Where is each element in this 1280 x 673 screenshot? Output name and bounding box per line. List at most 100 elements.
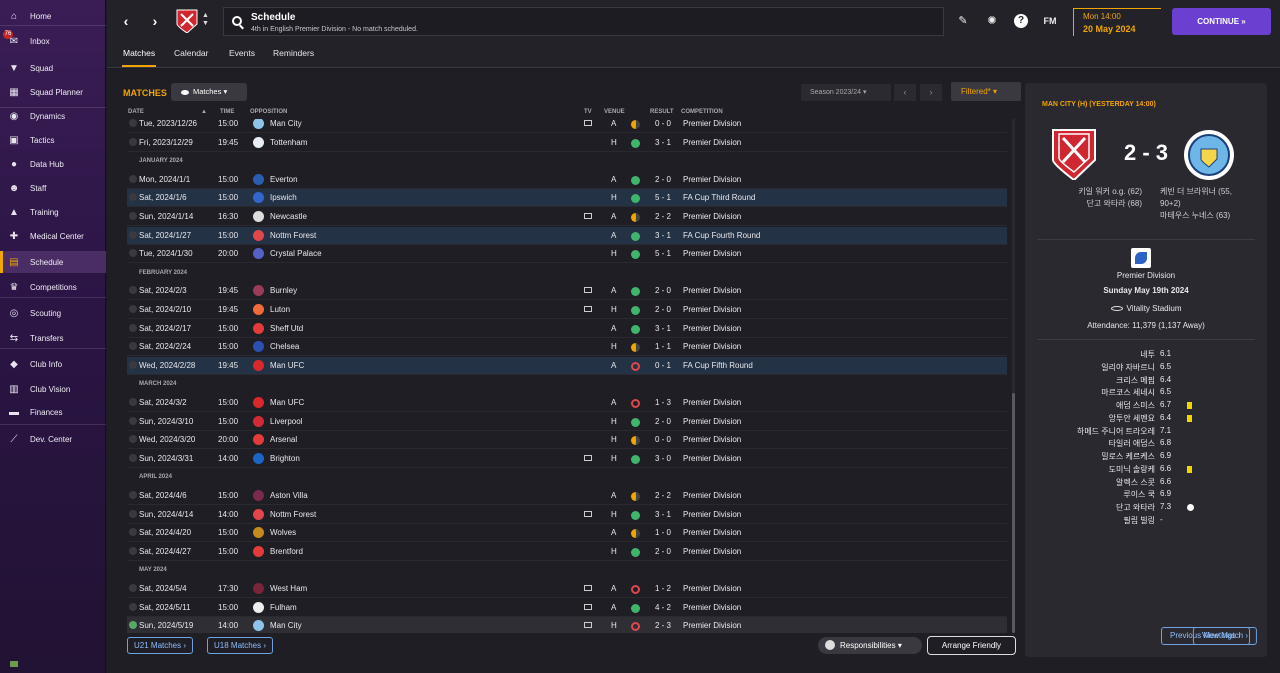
opponent-name[interactable]: Everton — [270, 175, 298, 184]
sidebar-item-transfers[interactable]: ⇆ Transfers — [0, 327, 106, 349]
sidebar-item-home[interactable]: ⌂ Home — [0, 5, 106, 27]
help-icon[interactable]: ? — [1014, 14, 1028, 28]
table-row[interactable]: Sat, 2024/5/4 17:30 West Ham A 1 - 2 Premier … — [127, 580, 1007, 598]
sidebar-item-dev-center[interactable]: ⟋ Dev. Center — [0, 428, 106, 450]
club-crest-icon[interactable] — [176, 9, 198, 33]
opponent-name[interactable]: Arsenal — [270, 435, 297, 444]
competition[interactable]: FA Cup Third Round — [683, 193, 755, 202]
sidebar-item-club-info[interactable]: ◆ Club Info — [0, 353, 106, 375]
opponent-name[interactable]: Newcastle — [270, 212, 307, 221]
table-row[interactable]: Sat, 2024/3/2 15:00 Man UFC A 1 - 3 Premier D… — [127, 394, 1007, 412]
opponent-name[interactable]: Nottm Forest — [270, 510, 316, 519]
player-rating-row[interactable]: 앙투안 세멘요 6.4 — [1025, 413, 1267, 425]
pencil-icon[interactable]: ✎ — [956, 14, 970, 28]
competition[interactable]: Premier Division — [683, 528, 741, 537]
player-rating-row[interactable]: 크리스 메핌 6.4 — [1025, 375, 1267, 387]
competition[interactable]: Premier Division — [683, 305, 741, 314]
opponent-name[interactable]: Brentford — [270, 547, 303, 556]
opponent-name[interactable]: Chelsea — [270, 342, 299, 351]
sidebar-item-schedule[interactable]: ▤ Schedule — [0, 251, 106, 273]
table-row[interactable]: Sat, 2024/2/3 19:45 Burnley A 2 - 0 Premier D… — [127, 282, 1007, 301]
competition[interactable]: FA Cup Fourth Round — [683, 231, 760, 240]
player-rating-row[interactable]: 하메드 주니어 트라오레 7.1 — [1025, 426, 1267, 438]
title-search-box[interactable]: Schedule 4th in English Premier Division… — [223, 7, 944, 36]
opponent-name[interactable]: Burnley — [270, 286, 297, 295]
table-row[interactable]: Sun, 2024/3/10 15:00 Liverpool H 2 - 0 Premie… — [127, 413, 1007, 431]
sidebar-item-scouting[interactable]: ◎ Scouting — [0, 302, 106, 324]
opponent-name[interactable]: Crystal Palace — [270, 249, 322, 258]
u18-matches-button[interactable]: U18 Matches › — [207, 637, 274, 654]
player-rating-row[interactable]: 루이스 쿡 6.9 — [1025, 489, 1267, 501]
col-competition[interactable]: COMPETITION — [681, 109, 723, 115]
competition[interactable]: Premier Division — [683, 584, 741, 593]
competition[interactable]: Premier Division — [683, 603, 741, 612]
tab-calendar[interactable]: Calendar — [174, 48, 209, 58]
sidebar-item-dynamics[interactable]: ◉ Dynamics — [0, 105, 106, 127]
scrollbar[interactable] — [1012, 119, 1015, 633]
table-row[interactable]: Sat, 2024/4/27 15:00 Brentford H 2 - 0 Premie… — [127, 543, 1007, 561]
competition[interactable]: Premier Division — [683, 286, 741, 295]
continue-button[interactable]: CONTINUE » — [1172, 8, 1271, 35]
table-row[interactable]: Sat, 2024/1/27 15:00 Nottm Forest A 3 - 1 FA … — [127, 226, 1007, 245]
opponent-name[interactable]: Wolves — [270, 528, 296, 537]
opponent-name[interactable]: Man UFC — [270, 398, 304, 407]
table-row[interactable]: Sat, 2024/2/24 15:00 Chelsea H 1 - 1 Premier … — [127, 338, 1007, 357]
table-row[interactable]: Wed, 2024/3/20 20:00 Arsenal H 0 - 0 Premier … — [127, 431, 1007, 450]
table-row[interactable]: Wed, 2024/2/28 19:45 Man UFC A 0 - 1 FA Cup F… — [127, 356, 1007, 375]
opponent-name[interactable]: Fulham — [270, 603, 297, 612]
opponent-name[interactable]: Ipswich — [270, 193, 297, 202]
col-result[interactable]: RESULT — [650, 109, 674, 115]
player-rating-row[interactable]: 단고 와타라 7.3 — [1025, 502, 1267, 514]
table-row[interactable]: Sun, 2024/5/19 14:00 Man City H 2 - 3 Premier… — [127, 617, 1007, 633]
sidebar-item-squad-planner[interactable]: ▦ Squad Planner — [0, 81, 106, 103]
table-row[interactable]: Sat, 2024/4/20 15:00 Wolves A 1 - 0 Premier D… — [127, 524, 1007, 543]
table-row[interactable]: Sun, 2024/4/14 14:00 Nottm Forest H 3 - 1 Pre… — [127, 506, 1007, 524]
table-row[interactable]: Sat, 2024/5/11 15:00 Fulham A 4 - 2 Premier D… — [127, 599, 1007, 617]
col-venue[interactable]: VENUE — [604, 109, 625, 115]
competition[interactable]: Premier Division — [683, 435, 741, 444]
competition[interactable]: Premier Division — [683, 417, 741, 426]
scrollbar-thumb[interactable] — [1012, 393, 1015, 633]
table-row[interactable]: Sat, 2024/4/6 15:00 Aston Villa A 2 - 2 Premi… — [127, 487, 1007, 505]
opponent-name[interactable]: Sheff Utd — [270, 324, 303, 333]
competition[interactable]: Premier Division — [683, 510, 741, 519]
competition[interactable]: FA Cup Fifth Round — [683, 361, 753, 370]
opponent-name[interactable]: Tottenham — [270, 138, 307, 147]
table-row[interactable]: Tue, 2023/12/26 15:00 Man City A 0 - 0 Premie… — [127, 119, 1007, 133]
player-rating-row[interactable]: 알렉스 스콧 6.6 — [1025, 477, 1267, 489]
competition[interactable]: Premier Division — [683, 621, 741, 630]
filter-dropdown[interactable]: Filtered* ▾ — [951, 82, 1021, 101]
tab-events[interactable]: Events — [229, 48, 255, 58]
table-row[interactable]: Sat, 2024/2/17 15:00 Sheff Utd A 3 - 1 Premie… — [127, 320, 1007, 338]
col-date[interactable]: DATE — [128, 109, 144, 115]
table-row[interactable]: Fri, 2023/12/29 19:45 Tottenham H 3 - 1 Premi… — [127, 134, 1007, 152]
club-switch-icon[interactable]: ▲ ▼ — [202, 12, 209, 28]
tab-reminders[interactable]: Reminders — [273, 48, 314, 58]
view-dropdown[interactable]: Matches ▾ — [171, 83, 247, 101]
player-rating-row[interactable]: 일리야 자바르니 6.5 — [1025, 362, 1267, 374]
sidebar-item-squad[interactable]: ▼ Squad — [0, 57, 106, 79]
opponent-name[interactable]: West Ham — [270, 584, 307, 593]
player-rating-row[interactable]: 애덤 스미스 6.7 — [1025, 400, 1267, 412]
table-row[interactable]: Sun, 2024/1/14 16:30 Newcastle A 2 - 2 Premie… — [127, 208, 1007, 226]
opponent-name[interactable]: Man UFC — [270, 361, 304, 370]
sidebar-item-inbox[interactable]: ✉ Inbox — [0, 30, 106, 52]
sort-asc-icon[interactable]: ▲ — [201, 109, 207, 115]
competition[interactable]: Premier Division — [683, 324, 741, 333]
next-page-button[interactable]: › — [920, 84, 942, 101]
fm-menu-button[interactable]: FM — [1041, 14, 1059, 28]
opponent-name[interactable]: Nottm Forest — [270, 231, 316, 240]
col-tv[interactable]: TV — [584, 109, 592, 115]
competition[interactable]: Premier Division — [683, 398, 741, 407]
u21-matches-button[interactable]: U21 Matches › — [127, 637, 194, 654]
tab-matches[interactable]: Matches — [121, 48, 157, 67]
sidebar-item-staff[interactable]: ☻ Staff — [0, 177, 106, 199]
player-rating-row[interactable]: 네투 6.1 — [1025, 349, 1267, 361]
player-rating-row[interactable]: 도미닉 솔랑케 6.6 — [1025, 464, 1267, 476]
table-row[interactable]: Sun, 2024/3/31 14:00 Brighton H 3 - 0 Premier… — [127, 450, 1007, 468]
opponent-name[interactable]: Aston Villa — [270, 491, 308, 500]
game-date[interactable]: Mon 14:00 20 May 2024 — [1073, 8, 1161, 36]
competition[interactable]: Premier Division — [683, 547, 741, 556]
world-icon[interactable]: ✺ — [985, 14, 999, 28]
player-rating-row[interactable]: 마르코스 세네시 6.5 — [1025, 387, 1267, 399]
